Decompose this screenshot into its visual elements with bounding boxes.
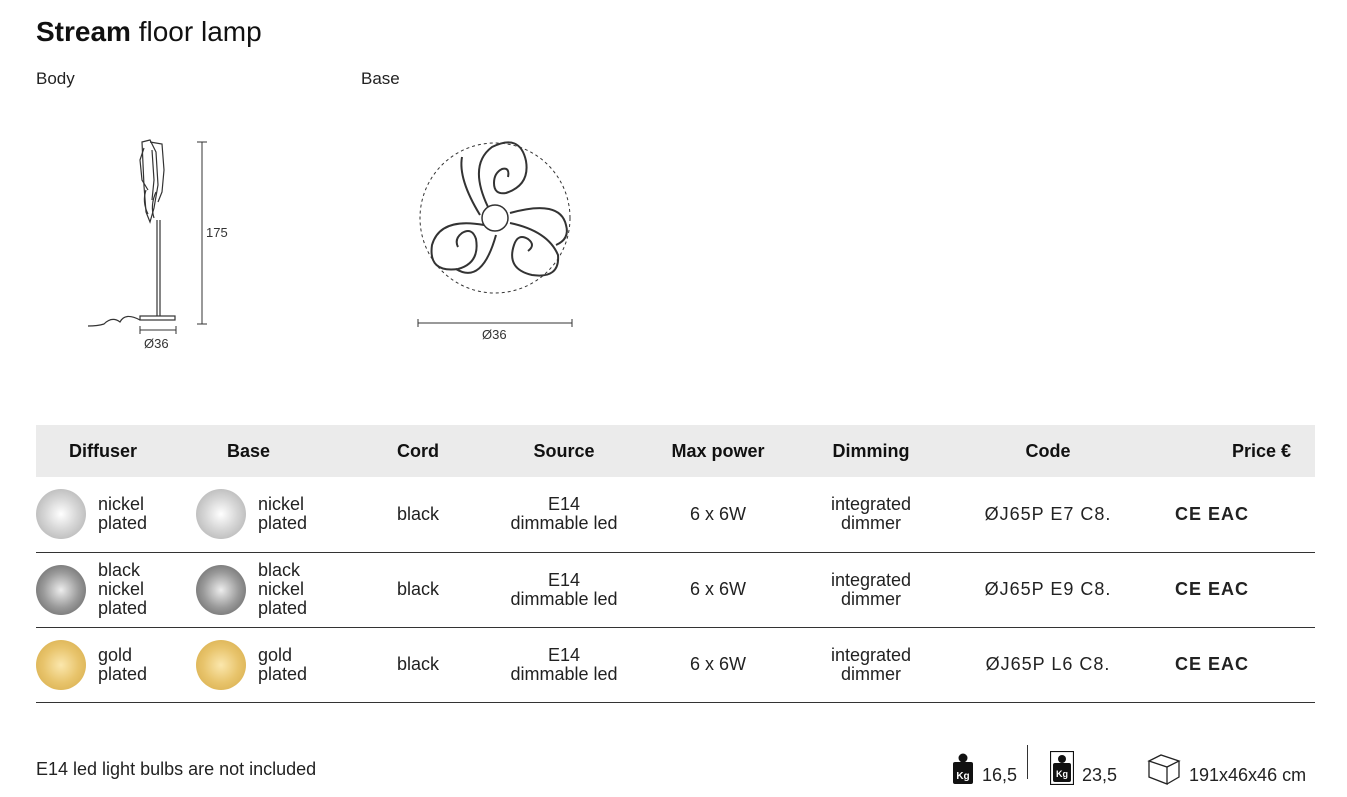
package-box-icon xyxy=(1147,754,1181,785)
diffuser-finish: nickel plated xyxy=(98,494,148,534)
package-size: 191x46x46 cm xyxy=(1147,745,1306,785)
diffuser-swatch xyxy=(36,564,86,615)
source-cell: E14 dimmable led xyxy=(510,569,618,609)
price-cell xyxy=(1282,552,1315,627)
code-cell: ØJ65P E7 C8. xyxy=(984,503,1112,524)
body-drawing: 175 Ø36 xyxy=(87,139,228,351)
code-cell: ØJ65P L6 C8. xyxy=(985,654,1111,674)
svg-text:Kg: Kg xyxy=(1056,769,1068,779)
header-max-power: Max power xyxy=(671,440,765,461)
gross-weight-value: 23,5 xyxy=(1082,765,1118,785)
certification-marks: CE EAC xyxy=(1174,503,1249,524)
product-type: floor lamp xyxy=(138,16,262,47)
cord-cell: black xyxy=(396,654,440,674)
diffuser-swatch xyxy=(36,489,86,540)
base-finish: nickel plated xyxy=(258,494,308,534)
base-swatch xyxy=(196,564,246,615)
table-row: nickel plated nickel plated black E14 dimma… xyxy=(36,477,1315,552)
code-cell: ØJ65P E9 C8. xyxy=(984,579,1112,599)
base-swatch xyxy=(196,639,246,690)
net-weight-icon: Kg xyxy=(953,753,973,784)
base-finish: black nickel plated xyxy=(258,560,308,618)
header-cord: Cord xyxy=(397,440,439,461)
weight-divider xyxy=(1027,745,1028,779)
svg-text:Kg: Kg xyxy=(956,771,969,782)
certification-marks: CE EAC xyxy=(1174,654,1249,674)
diffuser-swatch xyxy=(36,639,86,690)
header-base: Base xyxy=(227,440,271,461)
price-cell xyxy=(1282,477,1315,552)
base-drawing: Ø36 xyxy=(417,141,573,342)
price-cell xyxy=(1282,627,1315,702)
certification-marks: CE EAC xyxy=(1174,579,1249,599)
spec-table: Diffuser Base Cord Source Max power Dimm… xyxy=(36,425,1315,703)
body-drawing-label: Body xyxy=(36,69,75,88)
gross-weight-icon: Kg xyxy=(1050,751,1074,785)
max-power-cell: 6 x 6W xyxy=(689,503,746,524)
dimming-cell: integrated dimmer xyxy=(830,569,912,609)
table-row: gold plated gold plated black E14 dimmable … xyxy=(36,627,1315,702)
table-row: black nickel plated black nickel plated blac… xyxy=(36,552,1315,627)
table-header-row: Diffuser Base Cord Source Max power Dimm… xyxy=(36,425,1315,477)
package-size-value: 191x46x46 cm xyxy=(1189,765,1307,785)
base-finish: gold plated xyxy=(258,644,308,684)
header-diffuser: Diffuser xyxy=(69,440,138,461)
base-swatch xyxy=(196,489,246,540)
max-power-cell: 6 x 6W xyxy=(689,654,746,674)
body-height-dimension: 175 xyxy=(206,225,228,240)
diffuser-finish: gold plated xyxy=(98,644,148,684)
header-code: Code xyxy=(1025,440,1071,461)
gross-weight: Kg 23,5 xyxy=(1050,745,1117,785)
base-drawing-label: Base xyxy=(361,69,400,88)
bulbs-not-included-note: E14 led light bulbs are not included xyxy=(36,759,317,779)
body-diameter-dimension: Ø36 xyxy=(144,336,169,351)
product-name: Stream xyxy=(36,16,131,47)
diffuser-finish: black nickel plated xyxy=(98,560,148,618)
header-dimming: Dimming xyxy=(832,440,910,461)
cord-cell: black xyxy=(396,579,440,599)
header-source: Source xyxy=(533,440,595,461)
source-cell: E14 dimmable led xyxy=(510,494,618,534)
cord-cell: black xyxy=(396,503,440,524)
net-weight-value: 16,5 xyxy=(982,765,1018,785)
dimming-cell: integrated dimmer xyxy=(830,644,912,684)
source-cell: E14 dimmable led xyxy=(510,644,618,684)
header-price: Price € xyxy=(1231,440,1291,461)
base-diameter-dimension: Ø36 xyxy=(482,327,507,342)
max-power-cell: 6 x 6W xyxy=(689,579,746,599)
product-title: Stream floor lamp xyxy=(36,16,262,48)
dimming-cell: integrated dimmer xyxy=(830,494,912,534)
net-weight: Kg 16,5 xyxy=(952,745,1017,785)
